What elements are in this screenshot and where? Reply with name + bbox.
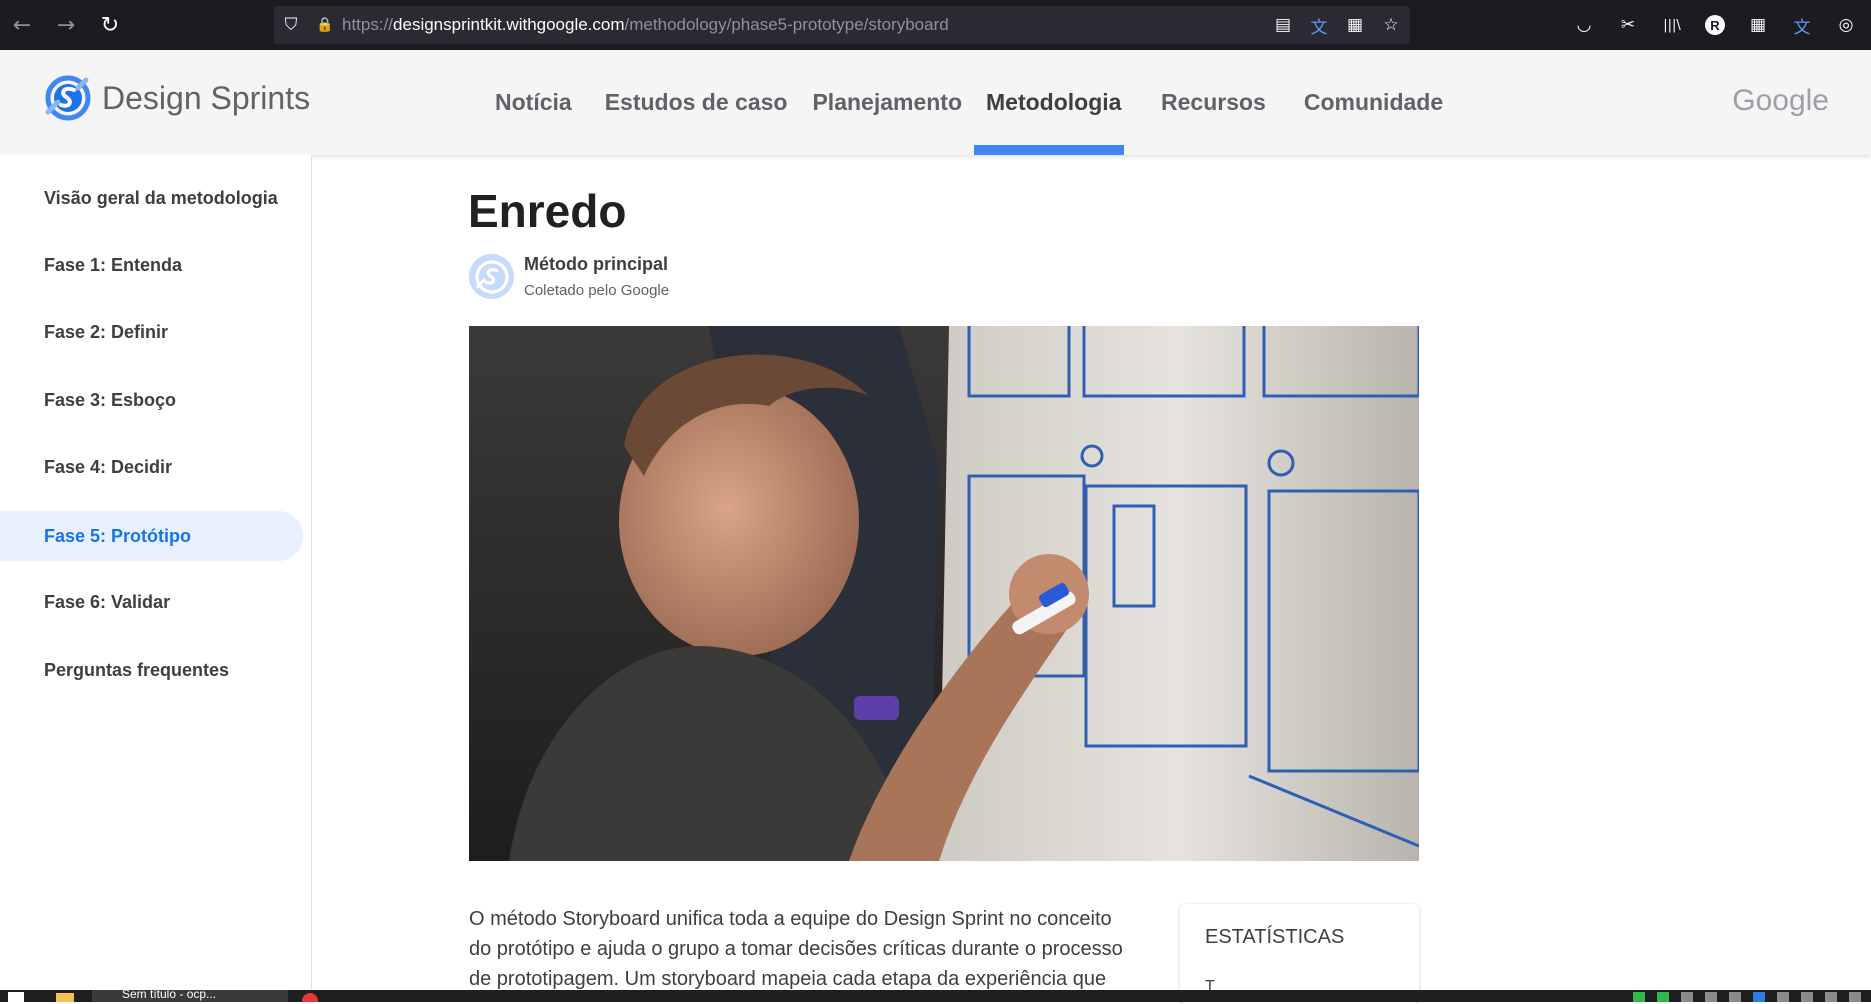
- tray-icon[interactable]: [1705, 992, 1717, 1002]
- article-body: O método Storyboard unifica toda a equip…: [469, 904, 1149, 994]
- grid-extension-icon[interactable]: ▦: [1344, 14, 1366, 36]
- app-icon[interactable]: [302, 993, 318, 1002]
- lock-icon[interactable]: 🔒: [308, 6, 342, 44]
- site-header: Design Sprints Notícia Estudos de caso P…: [0, 50, 1871, 155]
- page-title: Enredo: [468, 185, 627, 237]
- nav-item-noticia[interactable]: Notícia: [480, 50, 605, 155]
- tray-icon[interactable]: [1825, 992, 1837, 1002]
- sidebar-item-phase1[interactable]: Fase 1: Entenda: [0, 240, 303, 290]
- tray-icon[interactable]: [1633, 992, 1645, 1002]
- sidebar-item-phase5[interactable]: Fase 5: Protótipo: [0, 511, 303, 561]
- address-bar[interactable]: ⛉ 🔒 https://designsprintkit.withgoogle.c…: [274, 6, 1410, 44]
- tray-icon[interactable]: [1657, 992, 1669, 1002]
- system-tray: [1633, 992, 1861, 1002]
- methodology-sidebar: Visão geral da metodologia Fase 1: Enten…: [0, 155, 312, 990]
- stats-card: ESTATÍSTICAS T: [1180, 904, 1419, 1004]
- method-source: Coletado pelo Google: [524, 282, 670, 299]
- bookmark-star-icon[interactable]: ☆: [1380, 14, 1402, 36]
- url-path: /methodology/phase5-prototype/storyboard: [624, 15, 949, 34]
- sidebar-item-phase4[interactable]: Fase 4: Decidir: [0, 442, 303, 492]
- hero-image: [469, 326, 1419, 861]
- nav-item-comunidade[interactable]: Comunidade: [1304, 50, 1443, 155]
- url-text[interactable]: https://designsprintkit.withgoogle.com/m…: [342, 15, 949, 35]
- site-logo[interactable]: Design Sprints: [44, 74, 310, 122]
- body-line: O método Storyboard unifica toda a equip…: [469, 908, 1112, 930]
- stats-title: ESTATÍSTICAS: [1205, 926, 1345, 948]
- tray-icon[interactable]: [1777, 992, 1789, 1002]
- tracking-protection-icon[interactable]: ⛉: [274, 6, 308, 44]
- url-host: designsprintkit.withgoogle.com: [393, 15, 625, 34]
- tray-icon[interactable]: [1801, 992, 1813, 1002]
- url-prefix: https://: [342, 15, 394, 34]
- start-icon[interactable]: [8, 992, 24, 1002]
- browser-toolbar: ← → ↻ ⛉ 🔒 https://designsprintkit.withgo…: [0, 0, 1871, 50]
- tray-icon[interactable]: [1729, 992, 1741, 1002]
- library-icon[interactable]: |||\: [1661, 14, 1683, 36]
- sidebar-item-faq[interactable]: Perguntas frequentes: [0, 645, 303, 695]
- forward-button[interactable]: →: [44, 0, 88, 50]
- taskbar-task[interactable]: Sem título - ocp...: [92, 990, 288, 1002]
- profile-avatar[interactable]: R: [1705, 15, 1725, 35]
- nav-item-recursos[interactable]: Recursos: [1124, 50, 1304, 155]
- sidebar-item-overview[interactable]: Visão geral da metodologia: [0, 173, 303, 223]
- back-button[interactable]: ←: [0, 0, 44, 50]
- screenshot-icon[interactable]: ✂: [1617, 14, 1639, 36]
- nav-item-estudos-de-caso[interactable]: Estudos de caso: [605, 50, 813, 155]
- body-line: do protótipo e ajuda o grupo a tomar dec…: [469, 938, 1123, 960]
- translate-icon[interactable]: 文: [1308, 14, 1330, 38]
- nav-item-metodologia[interactable]: Metodologia: [974, 50, 1125, 155]
- pocket-icon[interactable]: ◡: [1573, 14, 1595, 36]
- method-type: Método principal: [524, 254, 668, 274]
- design-sprints-avatar-icon: [474, 259, 509, 294]
- extensions-icon[interactable]: ▦: [1747, 14, 1769, 36]
- sidebar-item-phase2[interactable]: Fase 2: Definir: [0, 307, 303, 357]
- sidebar-item-phase6[interactable]: Fase 6: Validar: [0, 577, 303, 627]
- reload-button[interactable]: ↻: [88, 0, 132, 50]
- taskbar-task-label: Sem título - ocp...: [122, 990, 217, 1001]
- folder-icon[interactable]: [56, 993, 74, 1002]
- tray-icon[interactable]: [1753, 992, 1765, 1002]
- os-taskbar: Sem título - ocp...: [0, 990, 1871, 1002]
- design-sprints-logo-icon: [44, 74, 92, 122]
- method-avatar: [469, 254, 514, 299]
- tray-icon[interactable]: [1681, 992, 1693, 1002]
- nav-item-planejamento[interactable]: Planejamento: [812, 50, 974, 155]
- main-nav: Notícia Estudos de caso Planejamento Met…: [480, 50, 1443, 155]
- reader-view-icon[interactable]: ▤: [1272, 14, 1294, 36]
- google-logo[interactable]: Google: [1732, 84, 1829, 118]
- container-icon[interactable]: ◎: [1835, 14, 1857, 36]
- logo-text: Design Sprints: [102, 79, 311, 116]
- tray-icon[interactable]: [1849, 992, 1861, 1002]
- translate-extension-icon[interactable]: 文: [1791, 14, 1813, 38]
- sidebar-item-phase3[interactable]: Fase 3: Esboço: [0, 375, 303, 425]
